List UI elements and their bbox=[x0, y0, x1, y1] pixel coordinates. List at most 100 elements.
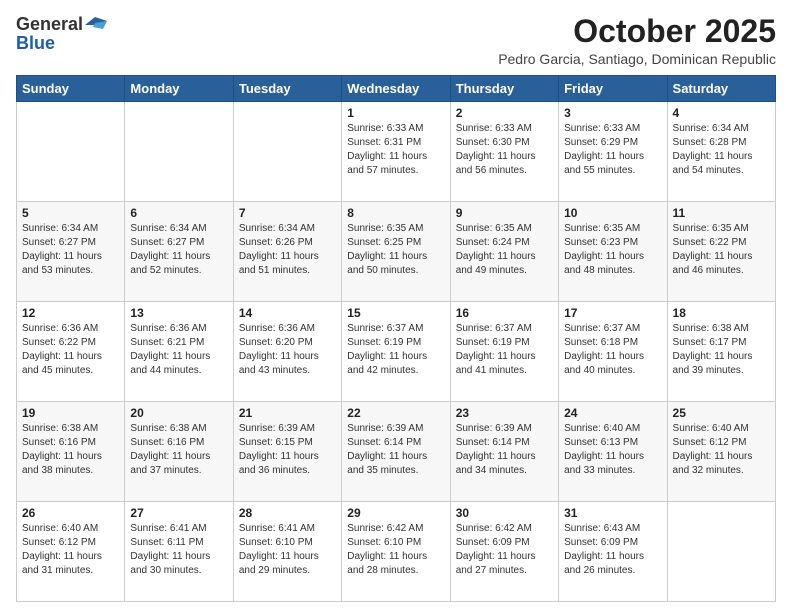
daylight-text: Daylight: 11 hours and 57 minutes. bbox=[347, 151, 427, 176]
calendar-cell bbox=[17, 102, 125, 202]
calendar-cell: 16 Sunrise: 6:37 AM Sunset: 6:19 PM Dayl… bbox=[450, 302, 558, 402]
location-title: Pedro Garcia, Santiago, Dominican Republ… bbox=[498, 51, 776, 67]
daylight-text: Daylight: 11 hours and 31 minutes. bbox=[22, 551, 102, 576]
weekday-header-sunday: Sunday bbox=[17, 76, 125, 102]
day-info: Sunrise: 6:42 AM Sunset: 6:10 PM Dayligh… bbox=[347, 522, 444, 578]
day-number: 1 bbox=[347, 106, 444, 120]
day-number: 31 bbox=[564, 506, 661, 520]
day-info: Sunrise: 6:33 AM Sunset: 6:30 PM Dayligh… bbox=[456, 122, 553, 178]
sunset-text: Sunset: 6:10 PM bbox=[239, 537, 313, 548]
calendar-cell: 10 Sunrise: 6:35 AM Sunset: 6:23 PM Dayl… bbox=[559, 202, 667, 302]
logo-bird-icon bbox=[85, 17, 107, 33]
logo-general-text: General bbox=[16, 14, 83, 35]
day-number: 26 bbox=[22, 506, 119, 520]
day-info: Sunrise: 6:34 AM Sunset: 6:27 PM Dayligh… bbox=[22, 222, 119, 278]
calendar-table: SundayMondayTuesdayWednesdayThursdayFrid… bbox=[16, 75, 776, 602]
calendar-cell: 28 Sunrise: 6:41 AM Sunset: 6:10 PM Dayl… bbox=[233, 502, 341, 602]
day-number: 9 bbox=[456, 206, 553, 220]
day-number: 7 bbox=[239, 206, 336, 220]
sunrise-text: Sunrise: 6:39 AM bbox=[456, 423, 532, 434]
day-info: Sunrise: 6:35 AM Sunset: 6:24 PM Dayligh… bbox=[456, 222, 553, 278]
daylight-text: Daylight: 11 hours and 36 minutes. bbox=[239, 451, 319, 476]
weekday-header-wednesday: Wednesday bbox=[342, 76, 450, 102]
daylight-text: Daylight: 11 hours and 29 minutes. bbox=[239, 551, 319, 576]
sunset-text: Sunset: 6:11 PM bbox=[130, 537, 203, 548]
weekday-header-monday: Monday bbox=[125, 76, 233, 102]
day-number: 16 bbox=[456, 306, 553, 320]
calendar-cell: 7 Sunrise: 6:34 AM Sunset: 6:26 PM Dayli… bbox=[233, 202, 341, 302]
sunrise-text: Sunrise: 6:34 AM bbox=[239, 223, 315, 234]
sunset-text: Sunset: 6:26 PM bbox=[239, 237, 313, 248]
month-title: October 2025 bbox=[498, 14, 776, 49]
calendar-cell: 25 Sunrise: 6:40 AM Sunset: 6:12 PM Dayl… bbox=[667, 402, 775, 502]
daylight-text: Daylight: 11 hours and 44 minutes. bbox=[130, 351, 210, 376]
daylight-text: Daylight: 11 hours and 53 minutes. bbox=[22, 251, 102, 276]
sunset-text: Sunset: 6:17 PM bbox=[673, 337, 747, 348]
sunset-text: Sunset: 6:16 PM bbox=[22, 437, 96, 448]
sunrise-text: Sunrise: 6:33 AM bbox=[564, 123, 640, 134]
calendar-cell: 26 Sunrise: 6:40 AM Sunset: 6:12 PM Dayl… bbox=[17, 502, 125, 602]
weekday-header-row: SundayMondayTuesdayWednesdayThursdayFrid… bbox=[17, 76, 776, 102]
sunset-text: Sunset: 6:12 PM bbox=[673, 437, 747, 448]
day-number: 11 bbox=[673, 206, 770, 220]
daylight-text: Daylight: 11 hours and 33 minutes. bbox=[564, 451, 644, 476]
calendar-cell: 24 Sunrise: 6:40 AM Sunset: 6:13 PM Dayl… bbox=[559, 402, 667, 502]
day-number: 14 bbox=[239, 306, 336, 320]
daylight-text: Daylight: 11 hours and 32 minutes. bbox=[673, 451, 753, 476]
calendar-week-row: 26 Sunrise: 6:40 AM Sunset: 6:12 PM Dayl… bbox=[17, 502, 776, 602]
sunset-text: Sunset: 6:20 PM bbox=[239, 337, 313, 348]
day-number: 17 bbox=[564, 306, 661, 320]
daylight-text: Daylight: 11 hours and 45 minutes. bbox=[22, 351, 102, 376]
sunrise-text: Sunrise: 6:34 AM bbox=[673, 123, 749, 134]
day-info: Sunrise: 6:37 AM Sunset: 6:18 PM Dayligh… bbox=[564, 322, 661, 378]
sunset-text: Sunset: 6:28 PM bbox=[673, 137, 747, 148]
calendar-cell: 6 Sunrise: 6:34 AM Sunset: 6:27 PM Dayli… bbox=[125, 202, 233, 302]
sunrise-text: Sunrise: 6:41 AM bbox=[239, 523, 315, 534]
sunrise-text: Sunrise: 6:38 AM bbox=[673, 323, 749, 334]
day-number: 5 bbox=[22, 206, 119, 220]
header: General Blue October 2025 Pedro Garcia, … bbox=[16, 14, 776, 67]
calendar-cell: 9 Sunrise: 6:35 AM Sunset: 6:24 PM Dayli… bbox=[450, 202, 558, 302]
sunset-text: Sunset: 6:10 PM bbox=[347, 537, 421, 548]
day-number: 22 bbox=[347, 406, 444, 420]
page: General Blue October 2025 Pedro Garcia, … bbox=[0, 0, 792, 612]
daylight-text: Daylight: 11 hours and 30 minutes. bbox=[130, 551, 210, 576]
daylight-text: Daylight: 11 hours and 38 minutes. bbox=[22, 451, 102, 476]
calendar-cell: 29 Sunrise: 6:42 AM Sunset: 6:10 PM Dayl… bbox=[342, 502, 450, 602]
calendar-cell: 14 Sunrise: 6:36 AM Sunset: 6:20 PM Dayl… bbox=[233, 302, 341, 402]
day-number: 30 bbox=[456, 506, 553, 520]
day-info: Sunrise: 6:40 AM Sunset: 6:13 PM Dayligh… bbox=[564, 422, 661, 478]
daylight-text: Daylight: 11 hours and 43 minutes. bbox=[239, 351, 319, 376]
day-number: 28 bbox=[239, 506, 336, 520]
calendar-cell: 5 Sunrise: 6:34 AM Sunset: 6:27 PM Dayli… bbox=[17, 202, 125, 302]
day-info: Sunrise: 6:39 AM Sunset: 6:14 PM Dayligh… bbox=[347, 422, 444, 478]
sunrise-text: Sunrise: 6:35 AM bbox=[673, 223, 749, 234]
daylight-text: Daylight: 11 hours and 35 minutes. bbox=[347, 451, 427, 476]
day-number: 25 bbox=[673, 406, 770, 420]
day-number: 20 bbox=[130, 406, 227, 420]
calendar-cell bbox=[233, 102, 341, 202]
day-number: 23 bbox=[456, 406, 553, 420]
daylight-text: Daylight: 11 hours and 27 minutes. bbox=[456, 551, 536, 576]
day-number: 2 bbox=[456, 106, 553, 120]
daylight-text: Daylight: 11 hours and 56 minutes. bbox=[456, 151, 536, 176]
calendar-cell: 11 Sunrise: 6:35 AM Sunset: 6:22 PM Dayl… bbox=[667, 202, 775, 302]
sunset-text: Sunset: 6:30 PM bbox=[456, 137, 530, 148]
daylight-text: Daylight: 11 hours and 49 minutes. bbox=[456, 251, 536, 276]
daylight-text: Daylight: 11 hours and 55 minutes. bbox=[564, 151, 644, 176]
sunrise-text: Sunrise: 6:35 AM bbox=[564, 223, 640, 234]
daylight-text: Daylight: 11 hours and 37 minutes. bbox=[130, 451, 210, 476]
calendar-cell: 17 Sunrise: 6:37 AM Sunset: 6:18 PM Dayl… bbox=[559, 302, 667, 402]
logo: General Blue bbox=[16, 14, 107, 54]
sunset-text: Sunset: 6:13 PM bbox=[564, 437, 638, 448]
daylight-text: Daylight: 11 hours and 48 minutes. bbox=[564, 251, 644, 276]
calendar-cell: 30 Sunrise: 6:42 AM Sunset: 6:09 PM Dayl… bbox=[450, 502, 558, 602]
day-info: Sunrise: 6:34 AM Sunset: 6:26 PM Dayligh… bbox=[239, 222, 336, 278]
calendar-cell: 20 Sunrise: 6:38 AM Sunset: 6:16 PM Dayl… bbox=[125, 402, 233, 502]
sunset-text: Sunset: 6:16 PM bbox=[130, 437, 204, 448]
sunset-text: Sunset: 6:09 PM bbox=[564, 537, 638, 548]
calendar-week-row: 19 Sunrise: 6:38 AM Sunset: 6:16 PM Dayl… bbox=[17, 402, 776, 502]
day-info: Sunrise: 6:42 AM Sunset: 6:09 PM Dayligh… bbox=[456, 522, 553, 578]
daylight-text: Daylight: 11 hours and 42 minutes. bbox=[347, 351, 427, 376]
daylight-text: Daylight: 11 hours and 34 minutes. bbox=[456, 451, 536, 476]
